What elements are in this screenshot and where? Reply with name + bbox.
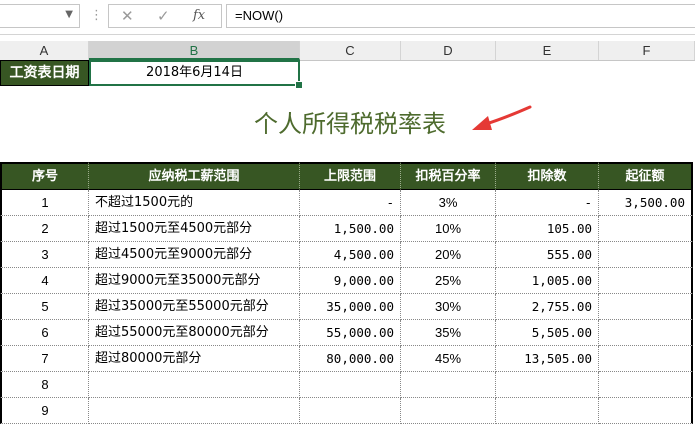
- deduction-cell[interactable]: 2,755.00: [496, 294, 599, 320]
- spreadsheet-grid: 工资表日期 2018年6月14日 个人所得税税率表 序号 应纳税工薪范围 上限范…: [0, 60, 695, 427]
- rate-cell[interactable]: 25%: [401, 268, 496, 294]
- seq-cell[interactable]: 3: [0, 242, 89, 268]
- threshold-cell[interactable]: 3,500.00: [599, 190, 693, 216]
- deduction-cell[interactable]: -: [496, 190, 599, 216]
- column-header-d[interactable]: D: [401, 41, 496, 60]
- seq-cell[interactable]: 2: [0, 216, 89, 242]
- rate-cell[interactable]: 20%: [401, 242, 496, 268]
- header-range[interactable]: 应纳税工薪范围: [89, 162, 300, 190]
- deduction-cell[interactable]: [496, 398, 599, 424]
- seq-cell[interactable]: 4: [0, 268, 89, 294]
- column-header-e[interactable]: E: [496, 41, 599, 60]
- deduction-cell[interactable]: 555.00: [496, 242, 599, 268]
- upper-cell[interactable]: 1,500.00: [300, 216, 401, 242]
- header-upper[interactable]: 上限范围: [300, 162, 401, 190]
- seq-cell[interactable]: 8: [0, 372, 89, 398]
- range-cell[interactable]: [89, 398, 300, 424]
- range-cell[interactable]: [89, 372, 300, 398]
- column-headers: A B C D E F: [0, 41, 695, 61]
- header-deduction[interactable]: 扣除数: [496, 162, 599, 190]
- upper-cell[interactable]: 55,000.00: [300, 320, 401, 346]
- rate-cell[interactable]: 10%: [401, 216, 496, 242]
- name-box[interactable]: ▼: [0, 4, 80, 28]
- rate-cell[interactable]: 35%: [401, 320, 496, 346]
- header-rate[interactable]: 扣税百分率: [401, 162, 496, 190]
- upper-cell[interactable]: [300, 398, 401, 424]
- threshold-cell[interactable]: [599, 294, 693, 320]
- deduction-cell[interactable]: [496, 372, 599, 398]
- rate-cell[interactable]: [401, 398, 496, 424]
- range-cell[interactable]: 超过1500元至4500元部分: [89, 216, 300, 242]
- range-cell[interactable]: 超过55000元至80000元部分: [89, 320, 300, 346]
- column-header-a[interactable]: A: [0, 41, 89, 60]
- rate-cell[interactable]: 30%: [401, 294, 496, 320]
- deduction-cell[interactable]: 13,505.00: [496, 346, 599, 372]
- range-cell[interactable]: 超过80000元部分: [89, 346, 300, 372]
- cancel-icon[interactable]: ✕: [121, 7, 134, 25]
- formula-bar: ▼ ⋮ ✕ ✓ fx =NOW(): [0, 0, 695, 35]
- column-header-f[interactable]: F: [599, 41, 695, 60]
- rate-cell[interactable]: [401, 372, 496, 398]
- insert-function-icon[interactable]: fx: [193, 8, 205, 23]
- seq-cell[interactable]: 1: [0, 190, 89, 216]
- enter-icon[interactable]: ✓: [157, 7, 170, 25]
- threshold-cell[interactable]: [599, 242, 693, 268]
- red-arrow-icon: [472, 105, 532, 130]
- upper-cell[interactable]: 9,000.00: [300, 268, 401, 294]
- threshold-cell[interactable]: [599, 268, 693, 294]
- rate-cell[interactable]: 45%: [401, 346, 496, 372]
- date-value-cell[interactable]: 2018年6月14日: [89, 60, 300, 86]
- threshold-cell[interactable]: [599, 216, 693, 242]
- upper-cell[interactable]: 80,000.00: [300, 346, 401, 372]
- drag-handle-icon[interactable]: ⋮: [90, 8, 103, 23]
- threshold-cell[interactable]: [599, 398, 693, 424]
- threshold-cell[interactable]: [599, 320, 693, 346]
- range-cell[interactable]: 不超过1500元的: [89, 190, 300, 216]
- deduction-cell[interactable]: 1,005.00: [496, 268, 599, 294]
- formula-input[interactable]: =NOW(): [226, 4, 695, 28]
- deduction-cell[interactable]: 5,505.00: [496, 320, 599, 346]
- column-header-c[interactable]: C: [300, 41, 401, 60]
- threshold-cell[interactable]: [599, 372, 693, 398]
- upper-cell[interactable]: -: [300, 190, 401, 216]
- seq-cell[interactable]: 5: [0, 294, 89, 320]
- chevron-down-icon[interactable]: ▼: [65, 9, 73, 20]
- column-header-b[interactable]: B: [89, 41, 300, 60]
- seq-cell[interactable]: 7: [0, 346, 89, 372]
- range-cell[interactable]: 超过35000元至55000元部分: [89, 294, 300, 320]
- range-cell[interactable]: 超过9000元至35000元部分: [89, 268, 300, 294]
- upper-cell[interactable]: [300, 372, 401, 398]
- threshold-cell[interactable]: [599, 346, 693, 372]
- date-label-cell[interactable]: 工资表日期: [0, 60, 89, 86]
- upper-cell[interactable]: 4,500.00: [300, 242, 401, 268]
- header-threshold[interactable]: 起征额: [599, 162, 693, 190]
- seq-cell[interactable]: 6: [0, 320, 89, 346]
- header-seq[interactable]: 序号: [0, 162, 89, 190]
- upper-cell[interactable]: 35,000.00: [300, 294, 401, 320]
- seq-cell[interactable]: 9: [0, 398, 89, 424]
- fill-handle[interactable]: [295, 81, 303, 89]
- rate-cell[interactable]: 3%: [401, 190, 496, 216]
- range-cell[interactable]: 超过4500元至9000元部分: [89, 242, 300, 268]
- deduction-cell[interactable]: 105.00: [496, 216, 599, 242]
- formula-buttons: ✕ ✓ fx: [108, 4, 222, 28]
